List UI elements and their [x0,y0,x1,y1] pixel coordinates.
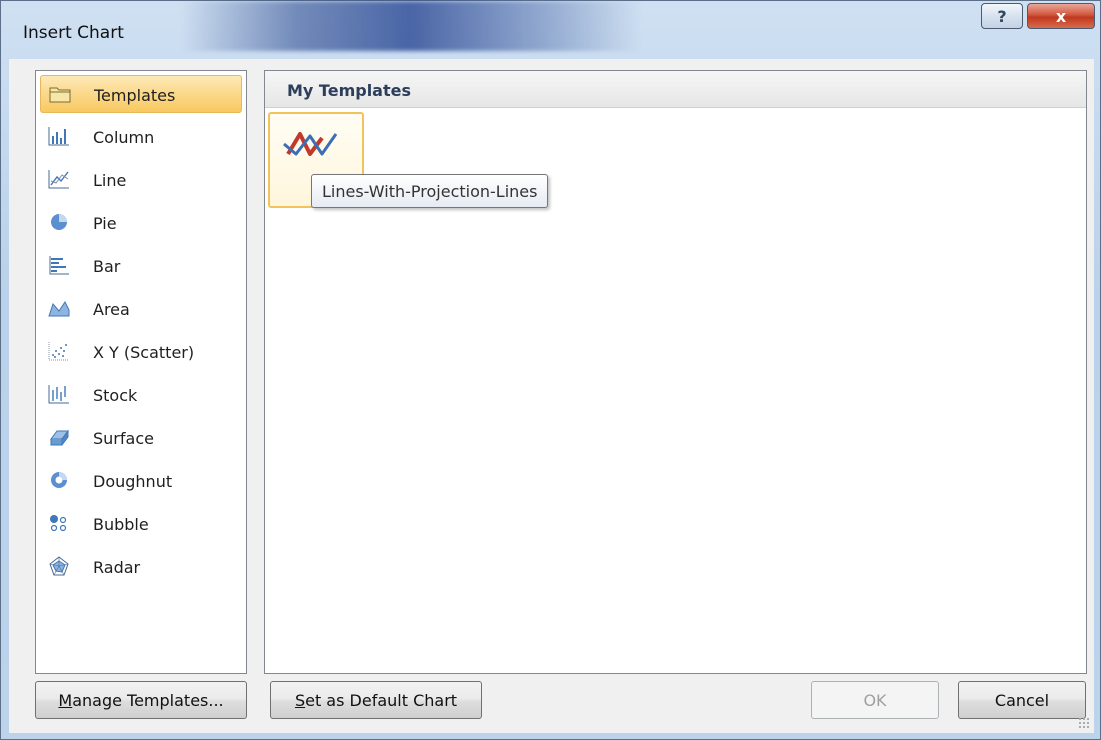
chart-type-label: Pie [93,214,117,233]
folder-icon [49,87,71,103]
manage-templates-label: anage Templates... [72,690,224,710]
pie-chart-icon [51,214,67,230]
cancel-label: Cancel [994,690,1050,710]
chart-type-label: Stock [93,386,138,405]
title-bar[interactable]: Insert Chart ? x [1,1,1100,63]
chart-type-column[interactable]: Column [40,118,242,156]
help-icon: ? [997,6,1007,26]
chart-type-stock[interactable]: Stock [40,376,242,414]
area-chart-icon [48,301,70,317]
chart-type-bar[interactable]: Bar [40,247,242,285]
chart-type-templates[interactable]: Templates [40,75,242,113]
ok-button[interactable]: OK [811,681,939,719]
set-default-accelerator: S [294,690,306,710]
chart-type-radar[interactable]: Radar [40,548,242,586]
title-bar-background-glow [181,1,641,51]
chart-type-label: Line [93,171,127,190]
chart-type-label: Area [93,300,130,319]
template-tooltip: Lines-With-Projection-Lines [311,174,549,208]
surface-chart-icon [50,429,69,446]
bar-chart-icon [49,256,69,275]
doughnut-chart-icon [51,472,67,488]
help-button[interactable]: ? [981,3,1023,29]
stock-chart-icon [48,385,69,404]
chart-type-label: X Y (Scatter) [93,343,195,362]
scatter-chart-icon [48,342,69,361]
set-default-chart-button[interactable]: Set as Default Chart [270,681,482,719]
chart-type-line[interactable]: Line [40,161,242,199]
section-title: My Templates [287,81,411,100]
chart-type-bubble[interactable]: Bubble [40,505,242,543]
close-button[interactable]: x [1027,3,1095,29]
cancel-button[interactable]: Cancel [958,681,1086,719]
set-default-label: et as Default Chart [305,690,458,710]
chart-type-pie[interactable]: Pie [40,204,242,242]
chart-type-label: Bubble [93,515,149,534]
chart-type-label: Templates [94,86,176,105]
chart-type-label: Doughnut [93,472,173,491]
line-chart-icon [48,170,69,189]
bubble-chart-icon [50,515,67,532]
chart-type-scatter[interactable]: X Y (Scatter) [40,333,242,371]
radar-chart-icon [49,556,69,576]
chart-type-surface[interactable]: Surface [40,419,242,457]
section-header: My Templates [265,71,1086,108]
chart-type-list: Templates Column Line Pie Bar Area X Y (… [35,70,247,674]
manage-templates-button[interactable]: Manage Templates... [35,681,247,719]
close-icon: x [1055,6,1067,26]
chart-type-area[interactable]: Area [40,290,242,328]
chart-type-doughnut[interactable]: Doughnut [40,462,242,500]
chart-type-label: Radar [93,558,141,577]
column-chart-icon [48,127,69,146]
chart-type-label: Bar [93,257,121,276]
resize-grip[interactable] [1078,717,1090,729]
window-title: Insert Chart [23,23,124,43]
ok-label: OK [863,690,887,710]
dialog-body: Templates Column Line Pie Bar Area X Y (… [9,59,1094,733]
insert-chart-dialog: Insert Chart ? x Templates Column Line P… [0,0,1101,740]
chart-type-label: Column [93,128,155,147]
manage-templates-accelerator: M [58,690,73,710]
chart-gallery: My Templates Lines-With-Projection-Lines [264,70,1087,674]
chart-type-label: Surface [93,429,154,448]
